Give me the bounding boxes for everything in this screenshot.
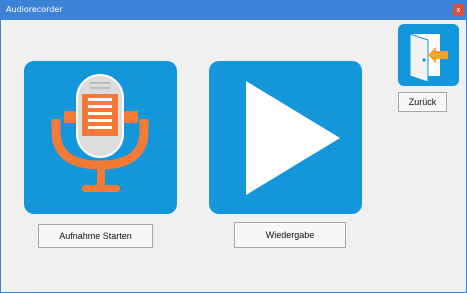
window-title: Audiorecorder — [6, 5, 63, 14]
record-tile[interactable] — [24, 61, 177, 214]
title-bar[interactable]: Audiorecorder x — [1, 0, 466, 20]
exit-door-icon — [409, 33, 448, 83]
back-tile[interactable] — [398, 24, 459, 86]
close-button[interactable]: x — [453, 4, 464, 16]
record-button[interactable]: Aufnahme Starten — [38, 224, 153, 248]
back-button[interactable]: Zurück — [398, 92, 447, 112]
app-window: Audiorecorder x Aufnahme Starten Wiederg… — [0, 0, 467, 293]
playback-button[interactable]: Wiedergabe — [234, 222, 346, 248]
play-icon — [246, 81, 340, 195]
microphone-icon — [51, 74, 149, 192]
playback-tile[interactable] — [209, 61, 362, 214]
